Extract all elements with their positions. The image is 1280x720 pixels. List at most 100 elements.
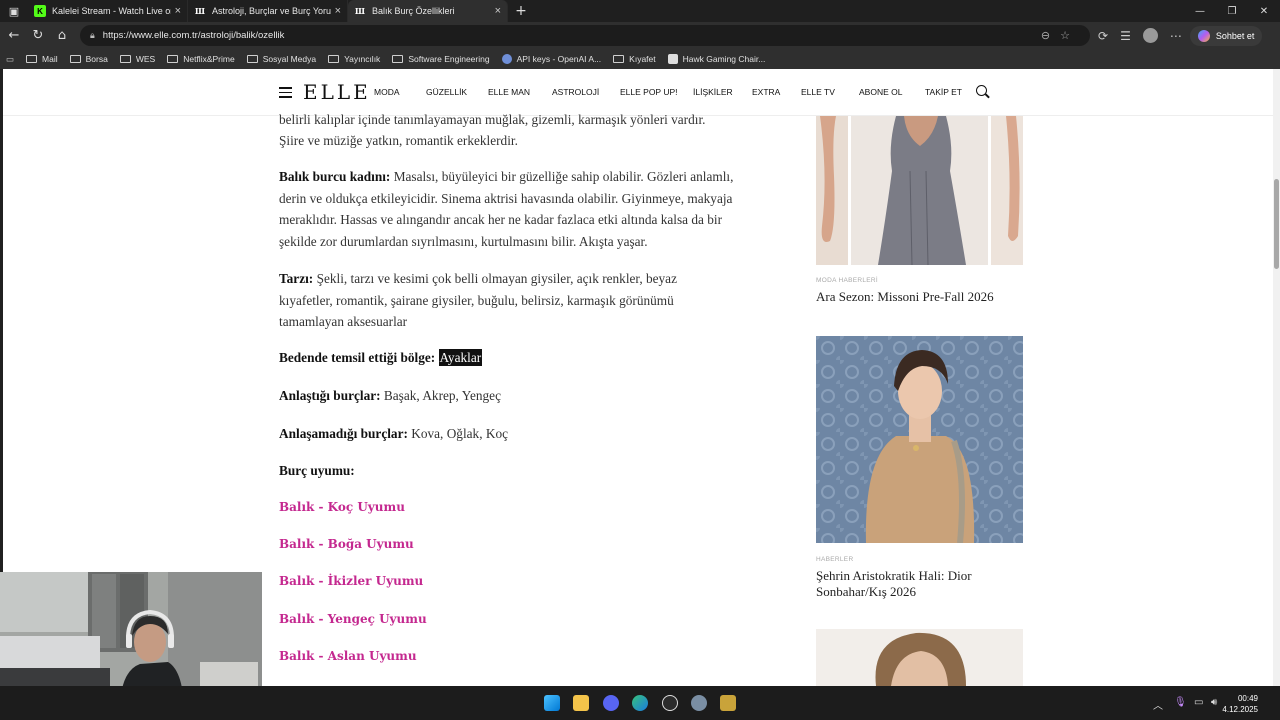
refresh-icon[interactable]: ↻ — [26, 28, 50, 43]
url-field[interactable]: 🔒︎ https://www.elle.com.tr/astroloji/bal… — [80, 25, 1090, 46]
nav-iliskiler[interactable]: İLİŞKİLER — [693, 87, 733, 97]
dior-image[interactable] — [816, 336, 1023, 543]
new-tab-button[interactable]: + — [508, 0, 534, 22]
bookmark-borsa[interactable]: Borsa — [69, 54, 108, 64]
link-ikizler-uyumu[interactable]: Balık - İkizler Uyumu — [279, 574, 423, 588]
bookmark-openai[interactable]: API keys - OpenAI A... — [501, 54, 601, 64]
close-tab-icon[interactable]: × — [335, 5, 341, 17]
body-paragraph: Bedende temsil ettiği bölge: Ayaklar — [279, 347, 734, 369]
tab-astroloji[interactable]: Ш Astroloji, Burçlar ve Burç Yorumları × — [188, 0, 348, 22]
nav-elle-man[interactable]: ELLE MAN — [488, 87, 530, 97]
bookmark-label: Yayıncılık — [344, 54, 381, 64]
home-icon[interactable]: ⌂ — [50, 28, 74, 43]
tab-actions-icon[interactable]: ▣ — [0, 0, 28, 22]
tab-title: Balık Burç Özellikleri — [372, 6, 455, 16]
scrollbar-thumb[interactable] — [1274, 179, 1279, 269]
harmony-label: Burç uyumu: — [279, 463, 355, 478]
app-icon[interactable] — [720, 695, 736, 711]
folder-icon — [392, 55, 404, 63]
folder-icon — [328, 55, 340, 63]
favorite-star-icon[interactable]: ⊖☆ — [1041, 29, 1080, 42]
link-koc-uyumu[interactable]: Balık - Koç Uyumu — [279, 500, 405, 514]
close-window-icon[interactable]: ✕ — [1248, 0, 1280, 22]
edge-icon[interactable] — [632, 695, 648, 711]
clock-time: 00:49 — [1237, 694, 1258, 703]
nav-astroloji[interactable]: ASTROLOJİ — [552, 87, 599, 97]
copilot-icon — [1197, 29, 1210, 42]
folder-icon — [613, 55, 625, 63]
back-icon[interactable]: ← — [2, 28, 26, 43]
harmony-paragraph: Burç uyumu: — [279, 460, 734, 482]
network-icon[interactable]: ▭ — [1194, 697, 1203, 708]
tray-chevron-icon[interactable]: ︿ — [1153, 697, 1163, 712]
bookmark-netflix[interactable]: Netflix&Prime — [167, 54, 235, 64]
woman-label: Balık burcu kadını: — [279, 169, 391, 184]
browser-tab-bar: ▣ K Kalelei Stream - Watch Live on Kick … — [0, 0, 1280, 22]
nav-elle-tv[interactable]: ELLE TV — [801, 87, 835, 97]
nav-takip-et[interactable]: TAKİP ET — [925, 87, 962, 97]
bookmark-hawk[interactable]: Hawk Gaming Chair... — [667, 54, 766, 64]
body-label: Bedende temsil ettiği bölge: — [279, 350, 436, 365]
favorites-icon[interactable]: ☰ — [1120, 29, 1131, 43]
incompat-label: Anlaşamadığı burçlar: — [279, 426, 408, 441]
page-scrollbar[interactable] — [1273, 69, 1280, 686]
microphone-icon[interactable]: 🎙︎ — [1174, 697, 1187, 708]
link-yengec-uyumu[interactable]: Balık - Yengeç Uyumu — [279, 612, 427, 626]
bookmark-wes[interactable]: WES — [119, 54, 156, 64]
extensions-icon[interactable]: ⟳ — [1098, 29, 1108, 43]
kick-icon: K — [34, 5, 46, 17]
close-tab-icon[interactable]: × — [495, 5, 501, 17]
close-tab-icon[interactable]: × — [175, 5, 181, 17]
system-clock[interactable]: 00:49 4.12.2025 — [1222, 693, 1258, 715]
restore-icon[interactable]: ❐ — [1216, 0, 1248, 22]
browser-tools: ⟳ ☰ ⋯ — [1098, 28, 1182, 43]
compat-paragraph: Anlaştığı burçlar: Başak, Akrep, Yengeç — [279, 385, 734, 407]
bookmark-mail[interactable]: Mail — [26, 54, 58, 64]
compat-label: Anlaştığı burçlar: — [279, 388, 381, 403]
tab-kick[interactable]: K Kalelei Stream - Watch Live on Kick × — [28, 0, 188, 22]
search-icon[interactable] — [976, 85, 987, 96]
file-explorer-icon[interactable] — [573, 695, 589, 711]
profile-avatar[interactable] — [1142, 28, 1158, 43]
card-title[interactable]: Şehrin Aristokratik Hali: Dior Sonbahar/… — [816, 568, 1031, 600]
more-icon[interactable]: ⋯ — [1170, 29, 1182, 43]
elle-icon: Ш — [354, 6, 366, 16]
nav-guzellik[interactable]: GÜZELLİK — [426, 87, 467, 97]
card-title[interactable]: Ara Sezon: Missoni Pre-Fall 2026 — [816, 289, 1031, 305]
discord-icon[interactable] — [603, 695, 619, 711]
windows-start-icon[interactable] — [544, 695, 560, 711]
tab-title: Astroloji, Burçlar ve Burç Yorumları — [212, 6, 331, 16]
nav-moda[interactable]: MODA — [374, 87, 400, 97]
intro-line: belirli kalıplar içinde tanımlayamayan m… — [279, 112, 706, 127]
hawk-icon — [667, 54, 678, 64]
bookmark-sosyal[interactable]: Sosyal Medya — [246, 54, 316, 64]
bookmark-software[interactable]: Software Engineering — [392, 54, 490, 64]
bookmark-label: Hawk Gaming Chair... — [682, 54, 766, 64]
bookmark-yayincilik[interactable]: Yayıncılık — [328, 54, 380, 64]
volume-icon[interactable]: 🔊︎ — [1211, 697, 1217, 708]
link-aslan-uyumu[interactable]: Balık - Aslan Uyumu — [279, 649, 417, 663]
lock-icon: 🔒︎ — [90, 30, 95, 40]
bookmark-label: WES — [135, 54, 156, 64]
missoni-image[interactable] — [816, 116, 1023, 265]
tab-balik[interactable]: Ш Balık Burç Özellikleri × — [348, 0, 508, 22]
bookmark-label: Netflix&Prime — [183, 54, 235, 64]
elle-logo[interactable]: ELLE — [303, 80, 371, 104]
incompat-paragraph: Anlaşamadığı burçlar: Kova, Oğlak, Koç — [279, 423, 734, 445]
nav-elle-pop-up[interactable]: ELLE POP UP! — [620, 87, 677, 97]
copilot-button[interactable]: Sohbet et — [1189, 25, 1263, 46]
openai-icon — [501, 54, 512, 64]
selected-text[interactable]: Ayaklar — [438, 349, 483, 366]
style-text: Şekli, tarzı ve kesimi çok belli olmayan… — [279, 271, 677, 329]
obs-icon[interactable] — [662, 695, 678, 711]
folder-icon — [246, 55, 258, 63]
third-card-image[interactable] — [816, 629, 1023, 686]
nav-abone-ol[interactable]: ABONE OL — [859, 87, 902, 97]
bookmark-kiyafet[interactable]: Kıyafet — [613, 54, 656, 64]
minimize-icon[interactable]: — — [1184, 0, 1216, 22]
nav-extra[interactable]: EXTRA — [752, 87, 780, 97]
reading-list-icon[interactable]: ▭ — [6, 54, 14, 65]
settings-icon[interactable] — [691, 695, 707, 711]
menu-icon[interactable] — [279, 87, 292, 101]
link-boga-uyumu[interactable]: Balık - Boğa Uyumu — [279, 537, 414, 551]
